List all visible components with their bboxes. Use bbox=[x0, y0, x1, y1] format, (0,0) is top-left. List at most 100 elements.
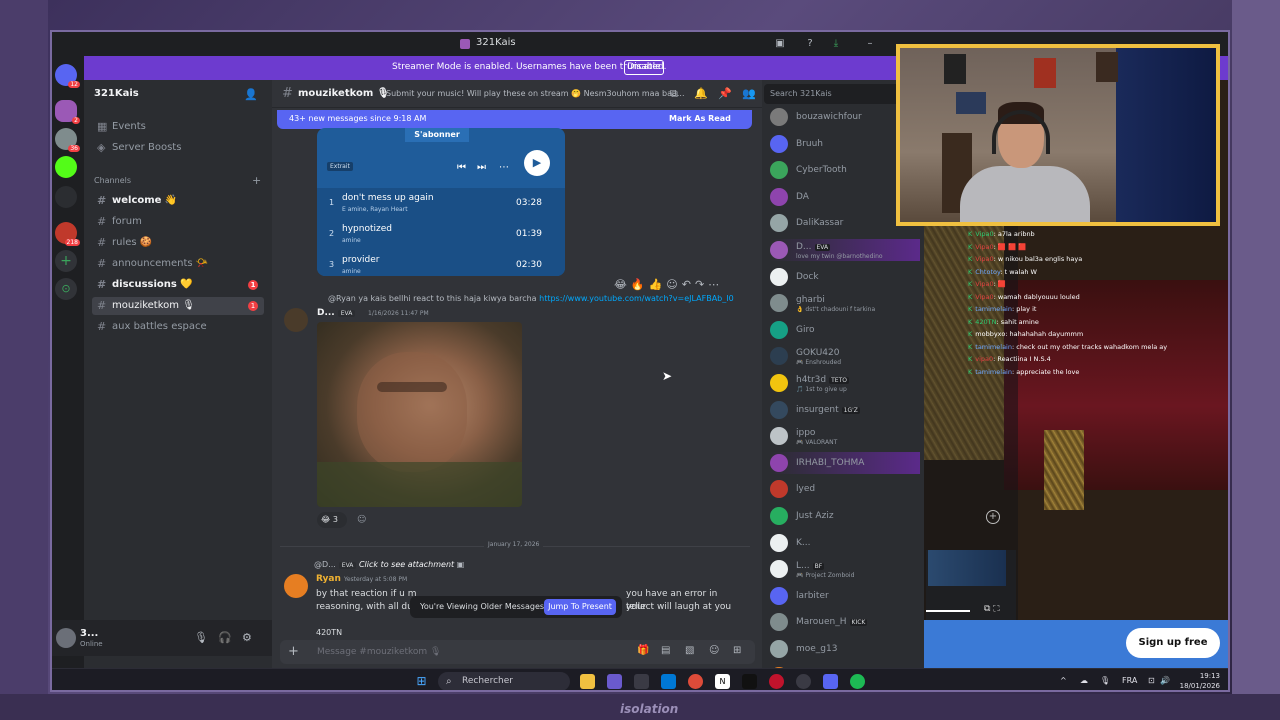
message-input[interactable]: Message #mouziketkom 🎙 bbox=[317, 647, 441, 657]
member-item[interactable]: lyed bbox=[770, 478, 920, 500]
explore-icon[interactable]: ⊙ bbox=[55, 278, 77, 300]
menu-events[interactable]: ▦ Events bbox=[92, 118, 264, 136]
add-circle-icon[interactable]: + bbox=[986, 510, 1000, 524]
pin-icon[interactable]: 📌 bbox=[718, 87, 732, 100]
channel-announcements[interactable]: # announcements 📯 bbox=[92, 255, 264, 273]
minimize-icon[interactable]: – bbox=[864, 38, 876, 50]
member-list-icon[interactable]: 👥 bbox=[742, 87, 756, 100]
server-icon-5[interactable]: 218 bbox=[55, 222, 80, 246]
server-icon-kick[interactable] bbox=[55, 156, 77, 178]
play-icon[interactable]: ▶ bbox=[524, 150, 550, 176]
taskbar-clock[interactable]: 19:13 18/01/2026 bbox=[1172, 671, 1228, 690]
next-track-icon[interactable]: ⏭ bbox=[477, 162, 486, 173]
channel-mouziketkom[interactable]: # mouziketkom 🎙 1 bbox=[92, 297, 264, 315]
attach-plus-icon[interactable]: + bbox=[288, 644, 299, 659]
new-messages-bar[interactable]: 43+ new messages since 9:18 AM Mark As R… bbox=[277, 110, 752, 129]
reply-preview[interactable]: @D... EVA Click to see attachment ▣ bbox=[314, 560, 464, 569]
message-author[interactable]: D... EVA bbox=[317, 308, 356, 318]
member-item[interactable]: Giro bbox=[770, 319, 920, 341]
sign-up-button[interactable]: Sign up free bbox=[1126, 628, 1220, 658]
settings-gear-icon[interactable]: ⚙ bbox=[242, 631, 252, 644]
user-name[interactable]: 3... bbox=[80, 628, 98, 639]
more-icon[interactable]: ⋯ bbox=[708, 278, 719, 291]
fire-reaction-icon[interactable]: 🔥 bbox=[631, 278, 645, 291]
track-row[interactable]: 2 hypnotized amine 01:39 bbox=[317, 221, 565, 251]
notification-bell-icon[interactable]: 🔔 bbox=[694, 87, 708, 100]
mini-player-video[interactable] bbox=[928, 550, 1006, 586]
threads-icon[interactable]: ⧉ bbox=[670, 87, 678, 101]
language-indicator[interactable]: FRA bbox=[1122, 676, 1137, 685]
add-reaction-icon[interactable]: ☺ bbox=[357, 515, 366, 525]
member-item[interactable]: D... EVA love my twin @barnothedino bbox=[770, 239, 920, 261]
member-item[interactable]: gharbi 👌 dst't chadouni f tarkina bbox=[770, 292, 920, 314]
guild-name[interactable]: 321Kais bbox=[94, 88, 139, 99]
jump-to-present-button[interactable]: Jump To Present bbox=[544, 599, 616, 615]
help-icon[interactable]: ? bbox=[804, 38, 816, 50]
disable-streamer-button[interactable]: Disable bbox=[624, 60, 664, 75]
obs-icon[interactable] bbox=[796, 674, 811, 689]
picture-in-picture-icon[interactable]: ⧉ ⛶ bbox=[984, 604, 1000, 614]
member-item[interactable]: larbiter bbox=[770, 585, 920, 607]
subscribe-button[interactable]: S'abonner bbox=[405, 128, 469, 142]
notion-icon[interactable]: N bbox=[715, 674, 730, 689]
gif-icon[interactable]: ▤ bbox=[661, 645, 670, 656]
member-item[interactable]: L... BF 🎮 Project Zomboid bbox=[770, 558, 920, 580]
reaction-joy[interactable]: 😂 3 bbox=[317, 512, 347, 528]
tray-chevron-icon[interactable]: ^ bbox=[1060, 676, 1067, 685]
windows-start-icon[interactable]: ⊞ bbox=[414, 674, 429, 689]
thumbs-up-icon[interactable]: 👍 bbox=[649, 278, 663, 291]
discord-home-icon[interactable]: 12 bbox=[55, 64, 80, 88]
member-item[interactable]: GOKU420 🎮 Enshrouded bbox=[770, 345, 920, 367]
screen-share-icon[interactable]: ▣ bbox=[774, 38, 786, 50]
server-icon-4[interactable] bbox=[55, 186, 77, 208]
taskbar-search[interactable]: ⌕ Rechercher bbox=[438, 672, 570, 690]
channel-topic[interactable]: Submit your music! Will play these on st… bbox=[386, 89, 685, 98]
opera-icon[interactable] bbox=[769, 674, 784, 689]
track-row[interactable]: 1 don't mess up again E amine, Rayan Hea… bbox=[317, 190, 565, 220]
channel-welcome[interactable]: # welcome 👋 bbox=[92, 192, 264, 210]
member-item[interactable]: Marouen_H KICK bbox=[770, 611, 920, 633]
chrome-icon[interactable] bbox=[688, 674, 703, 689]
avatar[interactable] bbox=[284, 308, 308, 332]
track-row[interactable]: 3 provider amine 02:30 bbox=[317, 252, 565, 276]
joy-reaction-icon[interactable]: 😂 bbox=[614, 278, 627, 291]
reply-icon[interactable]: ↶ bbox=[682, 278, 691, 291]
member-item[interactable]: Dock bbox=[770, 266, 920, 288]
emoji-icon[interactable]: ☺ bbox=[709, 645, 719, 656]
headphones-icon[interactable]: 🎧 bbox=[218, 631, 232, 644]
more-options-icon[interactable]: ⋯ bbox=[499, 162, 509, 173]
tray-mic-icon[interactable]: 🎙 bbox=[1100, 676, 1110, 685]
message-composer[interactable]: + Message #mouziketkom 🎙 🎁 ▤ ▧ ☺ ⊞ bbox=[280, 640, 755, 664]
menu-server-boosts[interactable]: ◈ Server Boosts bbox=[92, 139, 264, 157]
member-item[interactable]: insurgent 1G'Z bbox=[770, 399, 920, 421]
spotify-icon[interactable] bbox=[850, 674, 865, 689]
member-item[interactable]: moe_g13 bbox=[770, 638, 920, 660]
file-explorer-icon[interactable] bbox=[580, 674, 595, 689]
add-reaction-icon[interactable]: ☺ bbox=[666, 278, 677, 291]
message-author[interactable]: Ryan bbox=[316, 574, 341, 584]
meme-image[interactable] bbox=[317, 322, 522, 507]
channel-aux-battles[interactable]: # aux battles espace bbox=[92, 318, 264, 336]
add-server-icon[interactable]: + bbox=[55, 250, 77, 272]
forward-icon[interactable]: ↷ bbox=[695, 278, 704, 291]
member-item[interactable]: Just Aziz bbox=[770, 505, 920, 527]
reply-preview[interactable]: @Ryan ya kais bellhi react to this haja … bbox=[328, 294, 748, 303]
member-item[interactable]: ippo 🎮 VALORANT bbox=[770, 425, 920, 447]
microphone-icon[interactable]: 🎙 bbox=[194, 631, 208, 644]
capcut-icon[interactable] bbox=[742, 674, 757, 689]
member-item[interactable]: K... bbox=[770, 532, 920, 554]
volume-icon[interactable]: 🔊 bbox=[1160, 676, 1170, 685]
previous-track-icon[interactable]: ⏮ bbox=[457, 162, 466, 173]
member-item[interactable]: h4tr3d TETO 🎵 1st to give up bbox=[770, 372, 920, 394]
channel-discussions[interactable]: # discussions 💛 1 bbox=[92, 276, 264, 294]
store-icon[interactable] bbox=[634, 674, 649, 689]
avatar[interactable] bbox=[284, 574, 308, 598]
copilot-icon[interactable] bbox=[607, 674, 622, 689]
apps-icon[interactable]: ⊞ bbox=[733, 645, 741, 656]
discord-taskbar-icon[interactable] bbox=[823, 674, 838, 689]
youtube-link[interactable]: https://www.youtube.com/watch?v=eJLAFBAb… bbox=[539, 294, 734, 303]
download-icon[interactable]: ⤓ bbox=[830, 38, 842, 50]
channel-forum[interactable]: # forum bbox=[92, 213, 264, 231]
channel-rules[interactable]: # rules 🍪 bbox=[92, 234, 264, 252]
channels-section-label[interactable]: Channels bbox=[94, 176, 131, 185]
